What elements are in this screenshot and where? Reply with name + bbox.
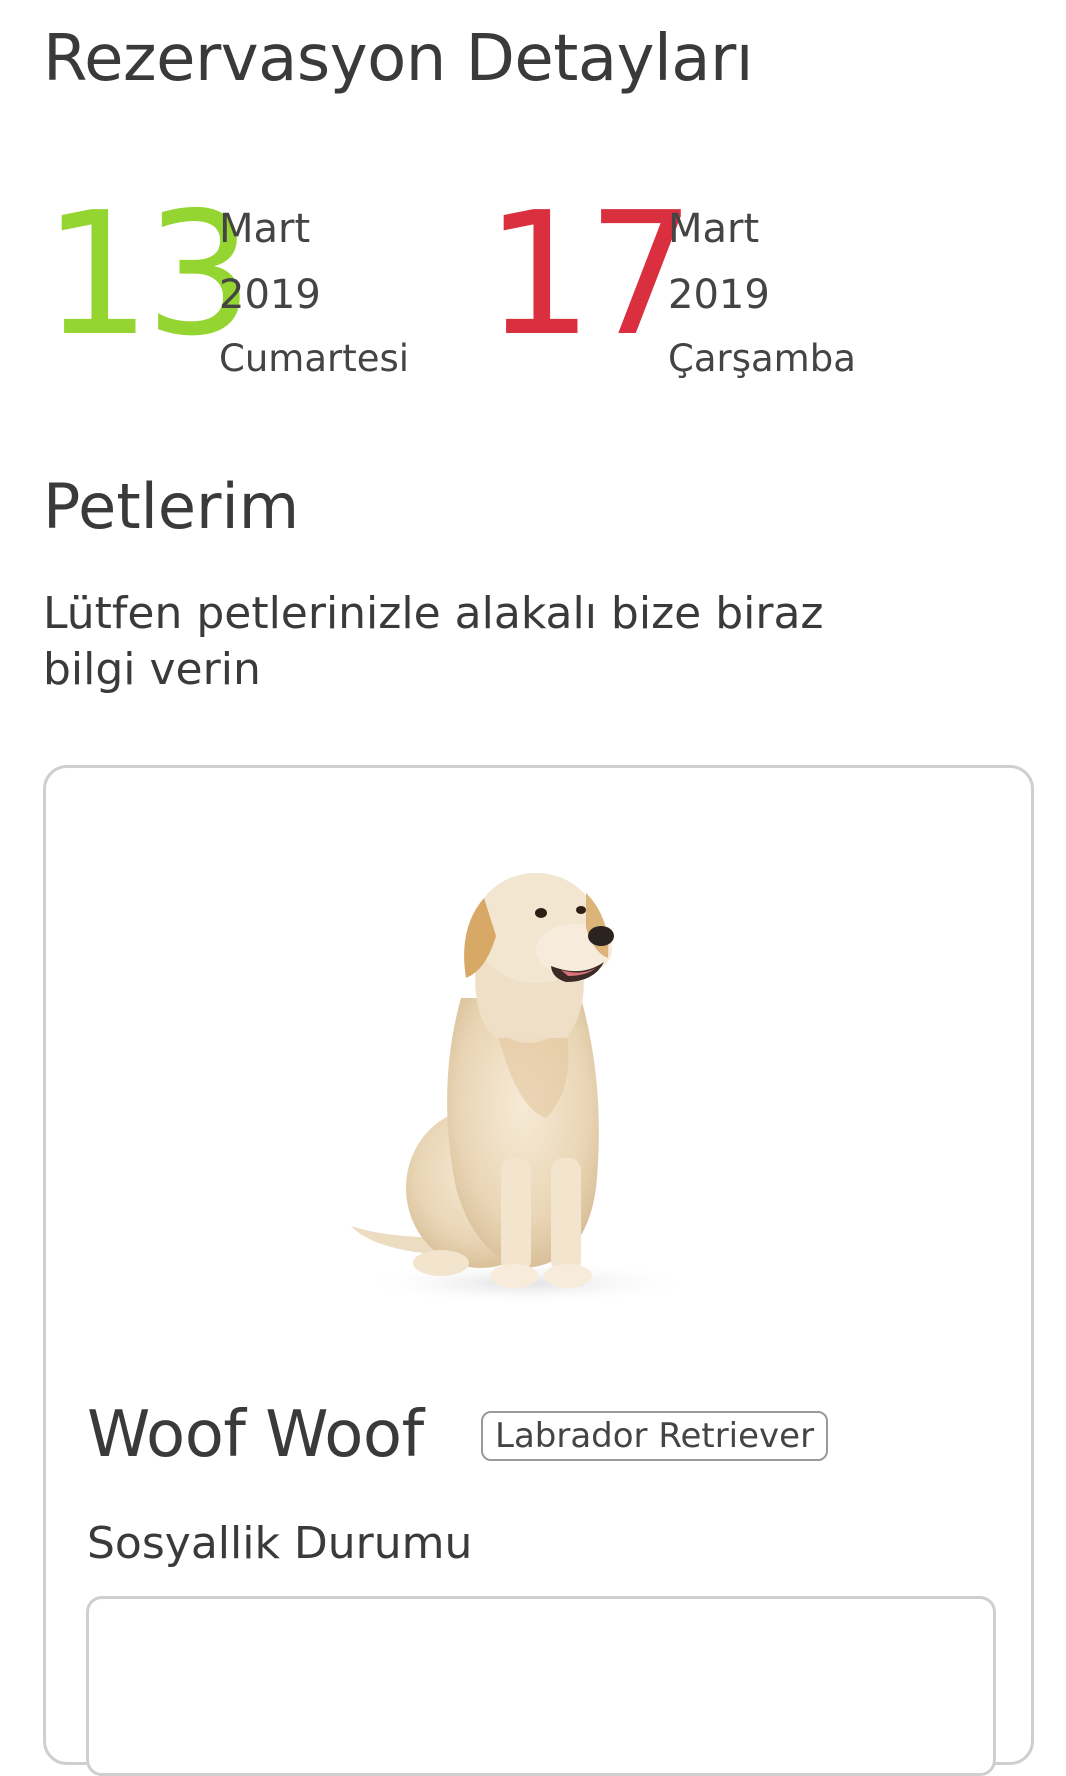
pet-name: Woof Woof <box>87 1398 424 1472</box>
social-status-field[interactable] <box>86 1596 996 1776</box>
page-title: Rezervasyon Detayları <box>43 22 754 96</box>
checkin-year: 2019 <box>219 272 321 318</box>
checkout-weekday: Çarşamba <box>668 337 856 380</box>
social-status-label: Sosyallik Durumu <box>87 1518 473 1569</box>
pet-card[interactable]: Woof Woof Labrador Retriever Sosyallik D… <box>43 765 1034 1776</box>
checkin-meta: Mart 2019 Cumartesi <box>219 209 409 379</box>
checkout-day: 17 <box>485 176 695 374</box>
checkout-meta: Mart 2019 Çarşamba <box>668 209 856 379</box>
breed-badge: Labrador Retriever <box>481 1411 829 1461</box>
dog-photo <box>296 858 756 1318</box>
checkout-month: Mart <box>668 206 760 252</box>
checkin-month: Mart <box>219 206 311 252</box>
checkin-day: 13 <box>43 176 253 374</box>
checkout-year: 2019 <box>668 272 770 318</box>
checkin-weekday: Cumartesi <box>219 337 410 380</box>
pets-section-description: Lütfen petlerinizle alakalı bize biraz b… <box>43 588 824 695</box>
pets-section-title: Petlerim <box>43 470 300 543</box>
